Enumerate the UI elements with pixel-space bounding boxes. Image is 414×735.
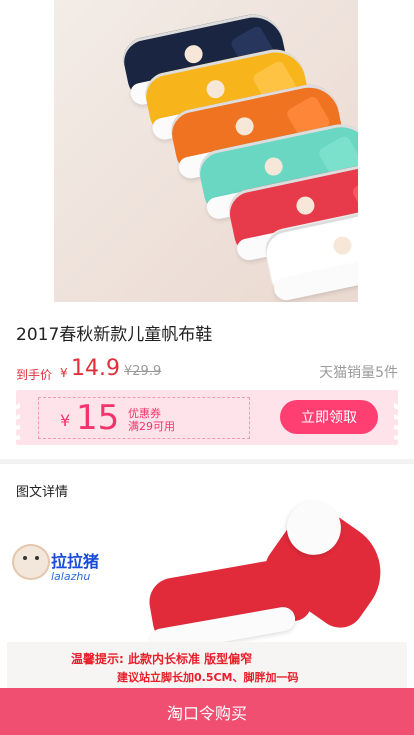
product-info: 2017春秋新款儿童帆布鞋 到手价 ¥ 14.9 ¥29.9 天猫销量5件 ¥ … <box>0 302 414 459</box>
product-hero <box>0 0 414 302</box>
price-currency: ¥ <box>60 366 68 380</box>
sales-count: 天猫销量5件 <box>319 365 398 381</box>
taokouling-buy-button[interactable]: 淘口令购买 <box>0 688 414 735</box>
brand-name-en: lalazhu <box>51 570 91 583</box>
product-title: 2017春秋新款儿童帆布鞋 <box>16 325 213 345</box>
coupon-currency: ¥ <box>60 411 71 430</box>
notice-line-1: 温馨提示: 此款内长标准 版型偏窄 <box>71 652 253 666</box>
brand-name-cn: 拉拉猪 <box>51 552 100 571</box>
size-notice: 温馨提示: 此款内长标准 版型偏窄 建议站立脚长加0.5CM、脚胖加一码 <box>7 642 407 688</box>
price-row: 到手价 ¥ 14.9 ¥29.9 天猫销量5件 <box>16 356 398 386</box>
brand-logo: 拉拉猪 lalazhu <box>9 536 117 606</box>
claim-coupon-button[interactable]: 立即领取 <box>280 400 378 434</box>
price-value: 14.9 <box>71 356 120 381</box>
coupon-condition: 满29可用 <box>128 420 175 433</box>
pig-icon <box>12 544 50 580</box>
product-image[interactable] <box>54 0 358 302</box>
detail-title: 图文详情 <box>16 485 69 500</box>
price-label: 到手价 <box>16 368 53 382</box>
notice-line-2: 建议站立脚长加0.5CM、脚胖加一码 <box>117 671 299 684</box>
coupon-card[interactable]: ¥ 15 优惠券 满29可用 立即领取 <box>16 390 398 445</box>
coupon-amount: 15 <box>76 398 120 438</box>
original-price: ¥29.9 <box>124 364 162 379</box>
